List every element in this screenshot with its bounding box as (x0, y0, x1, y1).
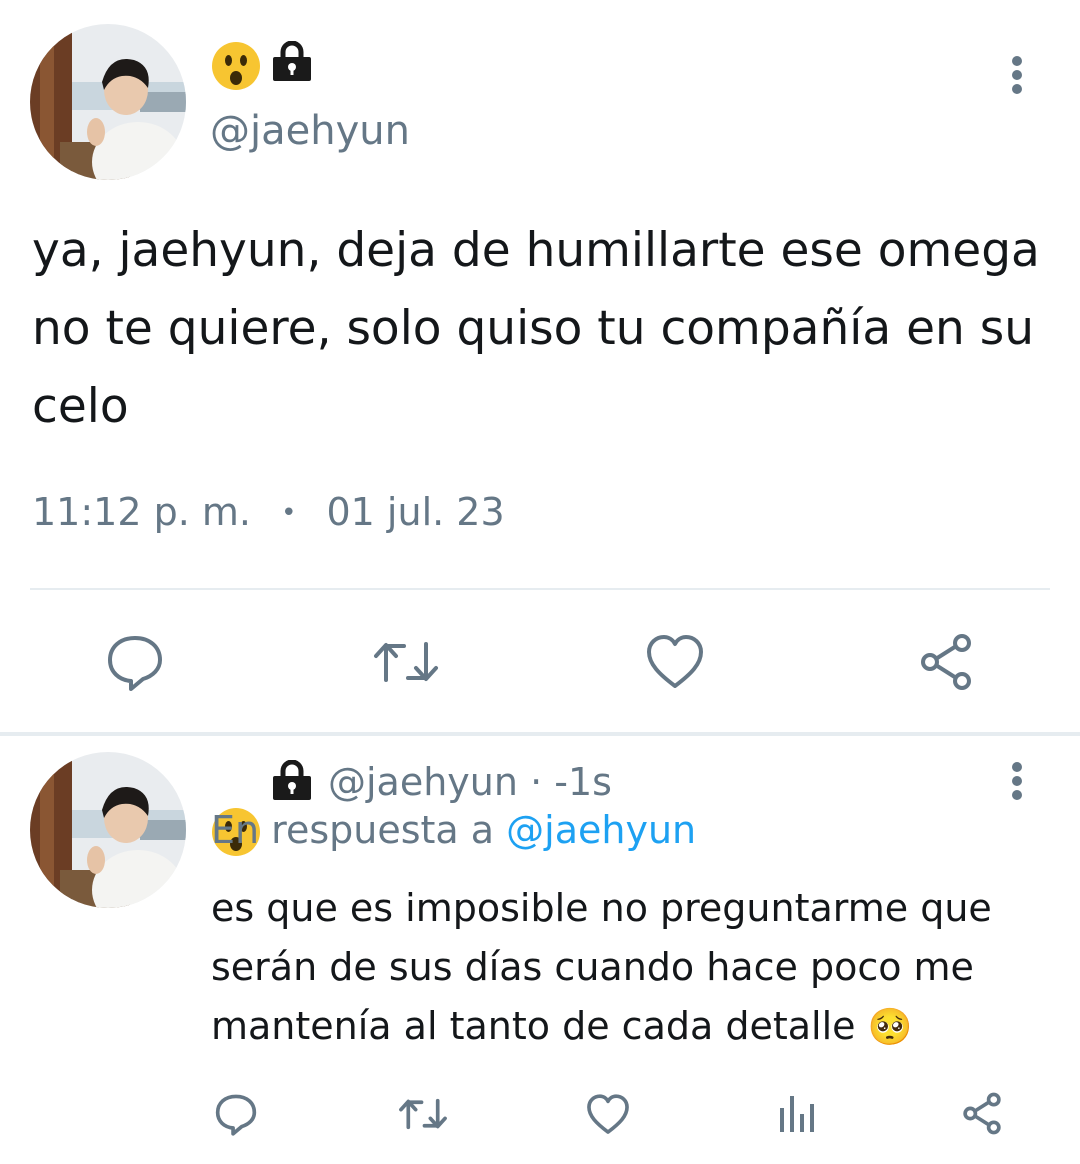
retweet-icon[interactable] (398, 1096, 448, 1132)
reply-author-handle[interactable]: @jaehyun (328, 760, 518, 804)
pleading-face-icon: 🥺 (867, 1007, 913, 1048)
more-options-icon[interactable] (1002, 52, 1032, 98)
tweet-time: 11:12 p. m. (32, 490, 251, 534)
reply-icon[interactable] (214, 1092, 258, 1136)
in-reply-handle-link[interactable]: @jaehyun (506, 808, 696, 852)
stats-icon[interactable] (778, 1094, 816, 1134)
avatar-photo (30, 752, 186, 908)
divider (30, 588, 1050, 590)
reply-icon[interactable] (105, 632, 165, 692)
in-reply-prefix: En respuesta a (211, 808, 495, 852)
main-tweet: @jaehyun ya, jaehyun, deja de humillarte… (0, 0, 1080, 691)
share-icon[interactable] (960, 1092, 1004, 1135)
tweet-text: ya, jaehyun, deja de humillarte ese omeg… (32, 223, 1040, 434)
more-options-icon[interactable] (1002, 758, 1032, 804)
lock-icon (271, 759, 313, 800)
meta-separator: • (281, 498, 297, 528)
tweet-timestamp: 11:12 p. m. • 01 jul. 23 (32, 490, 505, 534)
avatar-photo (30, 24, 186, 180)
reply-age: -1s (554, 760, 612, 804)
section-divider (0, 732, 1080, 736)
lock-icon (271, 40, 313, 81)
avatar[interactable] (30, 752, 186, 908)
retweet-icon[interactable] (372, 638, 440, 686)
reply-header: @jaehyun · -1s (328, 760, 612, 804)
like-icon[interactable] (586, 1094, 630, 1135)
meta-dot: · (530, 760, 543, 804)
reply-text: es que es imposible no preguntarme que s… (211, 879, 1011, 1057)
avatar[interactable] (30, 24, 186, 180)
author-handle[interactable]: @jaehyun (210, 108, 410, 154)
share-icon[interactable] (916, 633, 976, 691)
hushed-face-icon (212, 42, 260, 90)
in-reply-to: En respuesta a @jaehyun (211, 808, 696, 852)
like-icon[interactable] (645, 634, 705, 690)
tweet-date: 01 jul. 23 (326, 490, 505, 534)
